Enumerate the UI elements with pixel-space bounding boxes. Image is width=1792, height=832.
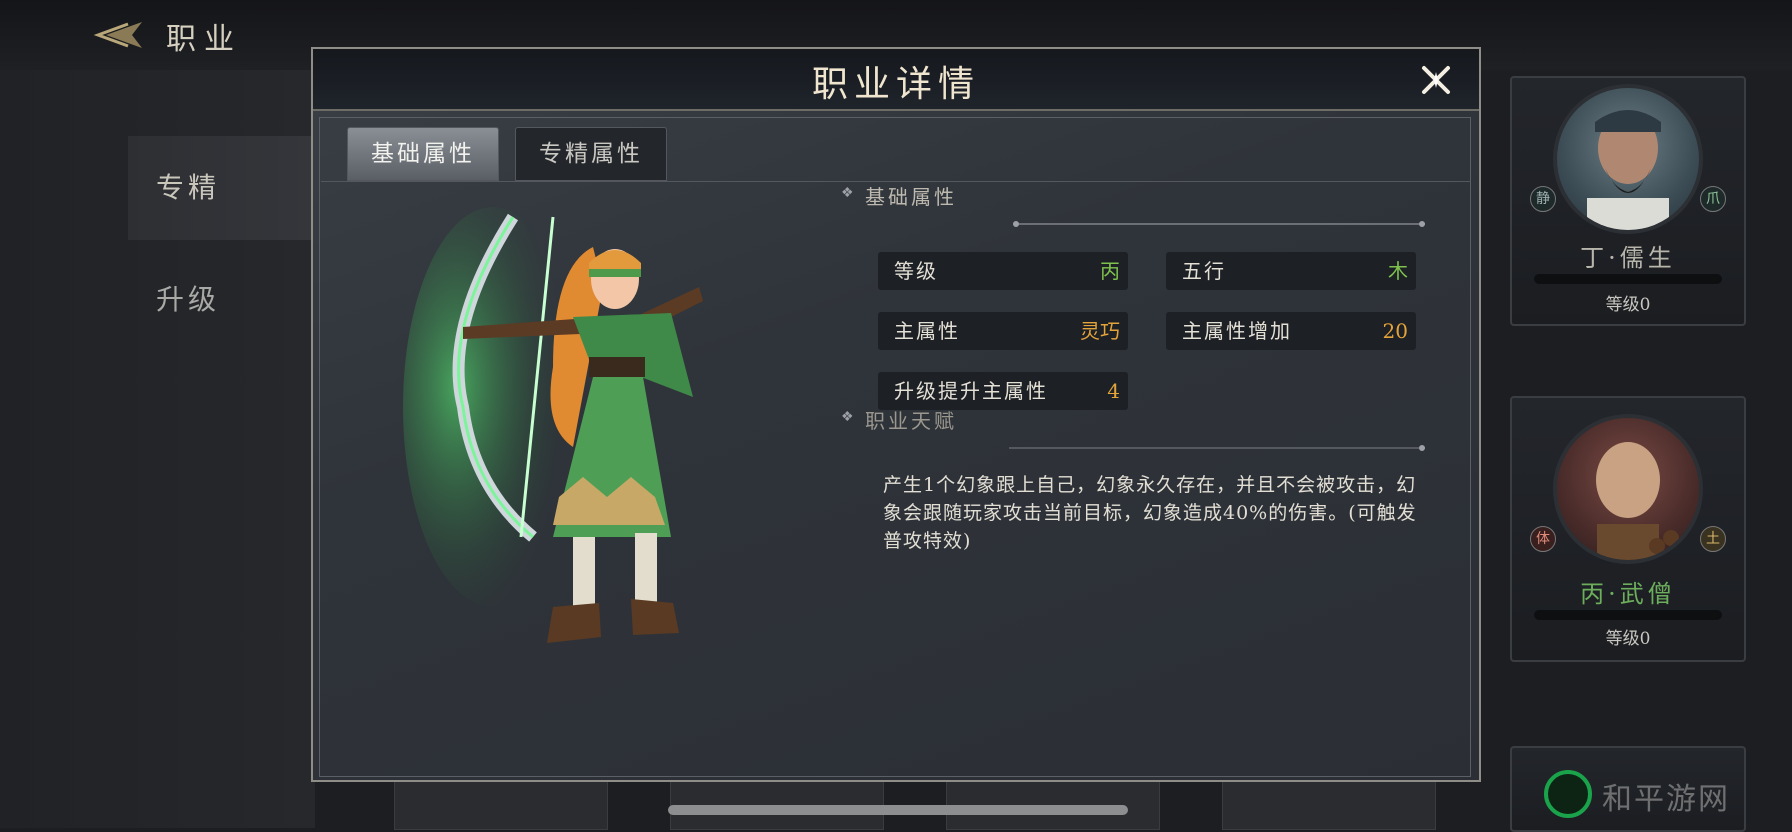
tab-specialization-attributes[interactable]: 专精属性 [515,127,667,181]
class-card[interactable]: 静 爪 丁·儒生 等级0 [1510,76,1746,326]
stat-value: 灵巧 [1080,319,1120,343]
basic-attributes-heading: ❖ 基础属性 [841,181,957,210]
modal-title: 职业详情 [811,64,980,105]
badge-right: 土 [1700,526,1726,552]
diamond-icon: ❖ [841,409,857,425]
section-rule [1009,445,1425,451]
sidebar-item-specialization[interactable]: 专精 [128,136,315,240]
modal-header: 职业详情 [313,49,1479,111]
avatar [1553,84,1703,234]
class-roster: 静 爪 丁·儒生 等级0 体 土 丙·武僧 等级0 [1480,70,1792,832]
stat-element: 五行 木 [1166,252,1416,290]
stat-main-attribute-bonus: 主属性增加 20 [1166,312,1416,350]
tab-basic-attributes[interactable]: 基础属性 [347,127,499,181]
class-character-illustration [403,207,703,643]
watermark: 和平游网 [1540,766,1792,828]
stat-value: 丙 [1100,259,1120,283]
stat-label: 主属性增加 [1182,319,1292,343]
diamond-icon: ❖ [841,185,857,201]
badge-right: 爪 [1700,186,1726,212]
badge-left: 静 [1530,186,1556,212]
stat-label: 等级 [894,259,938,283]
watermark-text: 和平游网 [1602,782,1730,817]
talent-description: 产生1个幻象跟上自己，幻象永久存在，并且不会被攻击，幻象会跟随玩家攻击当前目标，… [883,474,1417,552]
card-name: 丙·武僧 [1580,580,1676,608]
stat-value: 4 [1107,379,1120,403]
class-thumb[interactable] [394,780,608,830]
sidebar-item-upgrade[interactable]: 升级 [128,248,315,352]
stat-label: 升级提升主属性 [894,379,1048,403]
class-details-modal: 职业详情 基础属性 专精属性 ❖ 基础属性 等级 丙 五行 木 主属性 灵巧 主… [311,47,1481,782]
section-rule [1013,221,1425,227]
class-thumb[interactable] [1222,780,1436,830]
stat-label: 五行 [1182,259,1226,283]
section-title: 职业天赋 [865,409,957,433]
level-bar [1534,274,1722,284]
card-level: 等级0 [1605,629,1651,649]
sidebar: 专精 升级 [0,70,315,828]
watermark-logo-icon [1544,770,1592,818]
card-level: 等级0 [1605,295,1651,315]
bottom-class-strip [390,780,1470,830]
badge-left: 体 [1530,526,1556,552]
avatar [1553,414,1703,564]
back-arrow-icon[interactable] [92,18,148,52]
section-title: 基础属性 [865,185,957,209]
home-indicator [668,805,1128,815]
talent-heading: ❖ 职业天赋 [841,405,957,434]
stat-grade: 等级 丙 [878,252,1128,290]
level-bar [1534,610,1722,620]
stat-value: 20 [1382,319,1408,343]
class-card[interactable]: 体 土 丙·武僧 等级0 [1510,396,1746,662]
page-title: 职业 [166,22,242,57]
stat-value: 木 [1388,259,1408,283]
card-name: 丁·儒生 [1580,244,1676,272]
stat-main-attribute: 主属性 灵巧 [878,312,1128,350]
stat-label: 主属性 [894,319,960,343]
close-icon[interactable] [1419,63,1453,97]
